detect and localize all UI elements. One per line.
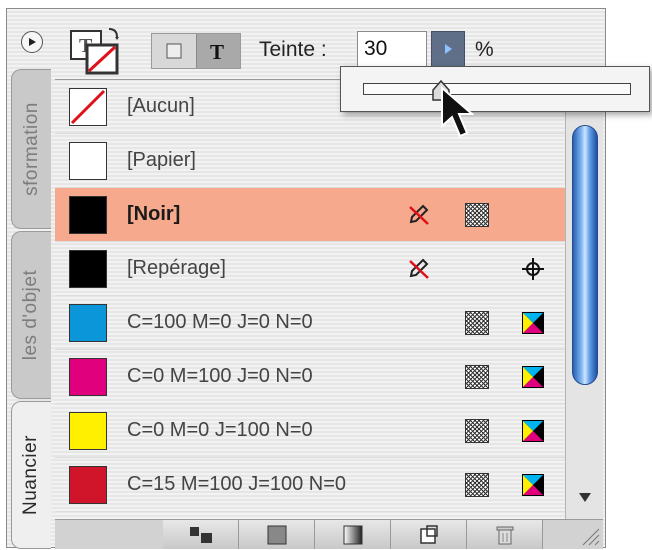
panel-menu-button[interactable] bbox=[21, 31, 43, 53]
show-all-swatches-icon bbox=[189, 526, 212, 543]
gradient-swatch-icon bbox=[343, 525, 362, 544]
swatch-name: C=15 M=100 J=100 N=0 bbox=[127, 473, 347, 495]
cmyk-process-icon bbox=[522, 366, 544, 388]
square-icon bbox=[166, 43, 182, 59]
swatch-name: [Noir] bbox=[127, 203, 181, 225]
tab-transformation-label: sformation bbox=[20, 102, 42, 196]
cmyk-process-icon bbox=[522, 474, 544, 496]
tab-object-styles-label: les d'objet bbox=[20, 269, 42, 361]
process-grid-icon bbox=[465, 419, 489, 443]
scroll-down-arrow-icon[interactable] bbox=[578, 491, 592, 503]
bottom-toolbar bbox=[55, 519, 603, 549]
show-gradient-swatches-button[interactable] bbox=[315, 520, 391, 549]
toolbar-spacer bbox=[55, 520, 163, 549]
process-grid-icon bbox=[465, 473, 489, 497]
fill-stroke-icon: T bbox=[70, 28, 119, 75]
fill-stroke-selector[interactable]: T bbox=[69, 25, 125, 75]
swatch-chip bbox=[69, 412, 107, 450]
none-slash-icon bbox=[70, 89, 106, 125]
swatch-name: [Aucun] bbox=[127, 95, 195, 117]
spot-grid-icon bbox=[465, 203, 489, 227]
no-edit-pencil-icon bbox=[409, 258, 429, 279]
process-grid-icon bbox=[465, 365, 489, 389]
mouse-cursor-icon bbox=[441, 86, 474, 138]
swatch-chip bbox=[69, 88, 107, 126]
swatch-name: [Repérage] bbox=[127, 257, 226, 279]
swatch-row[interactable]: [Papier] bbox=[55, 134, 565, 188]
swatch-name: [Papier] bbox=[127, 149, 196, 171]
tint-label: Teinte : bbox=[259, 38, 327, 61]
svg-text:T: T bbox=[210, 40, 224, 62]
swatch-chip bbox=[69, 250, 107, 288]
resize-grip-icon bbox=[582, 528, 600, 546]
tab-swatches-label: Nuancier bbox=[20, 434, 42, 516]
trash-icon bbox=[496, 526, 513, 544]
tint-slider-toggle[interactable] bbox=[431, 31, 465, 67]
swatch-list: [Aucun] [Papier] [Noir] [Repérage] C=100… bbox=[55, 79, 565, 519]
side-tabs: sformation les d'objet Nuancier bbox=[7, 69, 53, 549]
format-toggle: T bbox=[151, 33, 241, 69]
text-format-button[interactable]: T bbox=[195, 34, 240, 68]
color-swatch-icon bbox=[267, 525, 286, 544]
percent-label: % bbox=[475, 38, 494, 61]
arrow-right-icon bbox=[445, 44, 452, 54]
resize-grip[interactable] bbox=[543, 520, 603, 549]
tint-input[interactable] bbox=[357, 31, 427, 67]
swatch-row[interactable]: C=0 M=0 J=100 N=0 bbox=[55, 404, 565, 458]
swatch-row[interactable]: C=100 M=0 J=0 N=0 bbox=[55, 296, 565, 350]
new-swatch-button[interactable] bbox=[391, 520, 467, 549]
text-t-icon: T bbox=[210, 40, 224, 62]
swatch-name: C=100 M=0 J=0 N=0 bbox=[127, 311, 313, 333]
registration-crosshair-icon bbox=[522, 258, 544, 280]
swatch-chip bbox=[69, 304, 107, 342]
show-all-swatches-button[interactable] bbox=[163, 520, 239, 549]
swatch-chip bbox=[69, 358, 107, 396]
vertical-scrollbar[interactable] bbox=[565, 79, 603, 519]
process-grid-icon bbox=[465, 311, 489, 335]
tint-slider-track[interactable] bbox=[363, 83, 631, 95]
swatch-row[interactable]: C=15 M=100 J=100 N=0 bbox=[55, 458, 565, 512]
tab-swatches[interactable]: Nuancier bbox=[11, 401, 51, 549]
swatch-chip bbox=[69, 196, 107, 234]
new-swatch-icon bbox=[419, 524, 438, 544]
swatch-name: C=0 M=100 J=0 N=0 bbox=[127, 365, 313, 387]
delete-swatch-button[interactable] bbox=[467, 520, 543, 549]
swatch-row[interactable]: C=0 M=100 J=0 N=0 bbox=[55, 350, 565, 404]
swatch-row-selected[interactable]: [Noir] bbox=[55, 188, 565, 242]
swatch-chip bbox=[69, 142, 107, 180]
swatch-name: C=0 M=0 J=100 N=0 bbox=[127, 419, 313, 441]
show-color-swatches-button[interactable] bbox=[239, 520, 315, 549]
tab-object-styles[interactable]: les d'objet bbox=[11, 231, 51, 399]
cmyk-process-icon bbox=[522, 420, 544, 442]
cmyk-process-icon bbox=[522, 312, 544, 334]
scroll-thumb[interactable] bbox=[572, 125, 598, 385]
no-edit-pencil-icon bbox=[409, 204, 429, 225]
tint-slider-popup bbox=[340, 66, 650, 112]
swatch-chip bbox=[69, 466, 107, 504]
swatch-row[interactable]: [Repérage] bbox=[55, 242, 565, 296]
play-icon bbox=[29, 38, 36, 46]
tab-transformation[interactable]: sformation bbox=[11, 69, 51, 229]
container-format-button[interactable] bbox=[152, 34, 196, 68]
